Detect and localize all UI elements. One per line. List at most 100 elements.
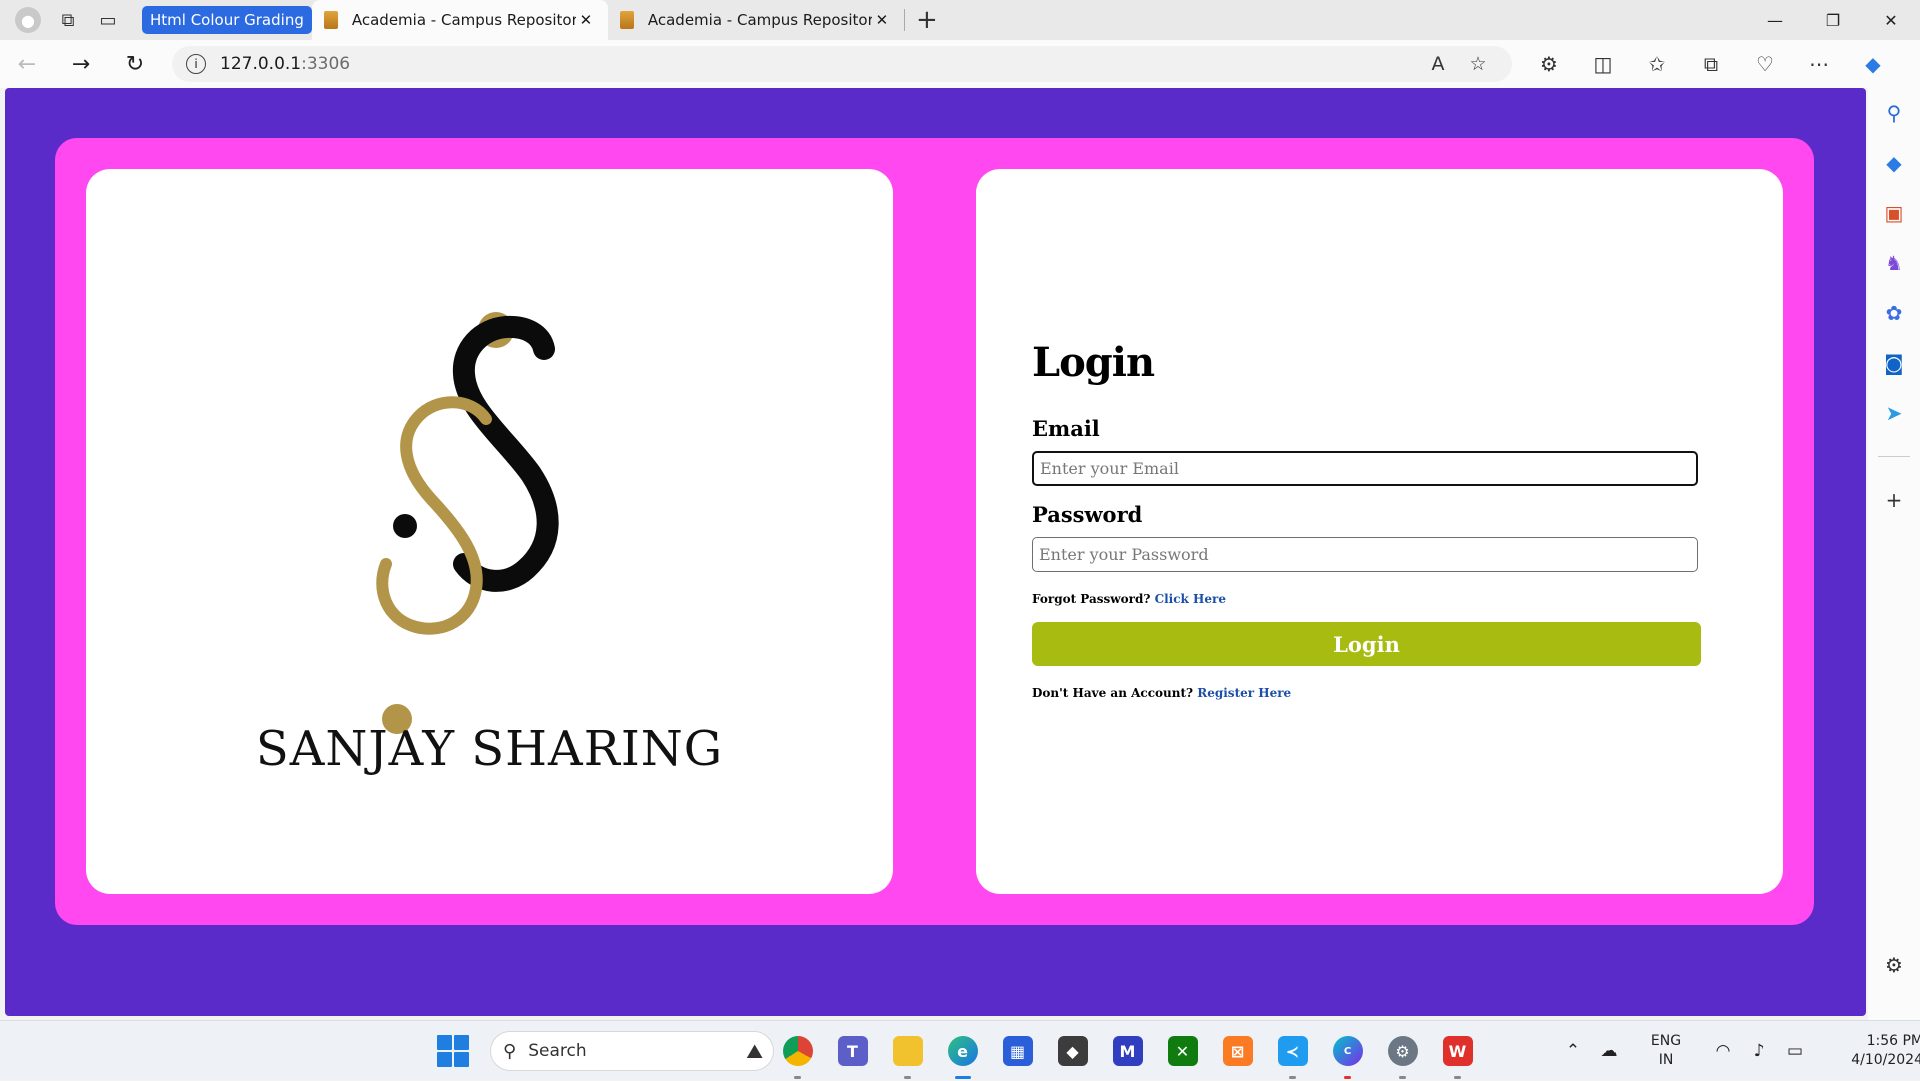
edge-icon: e (947, 1036, 978, 1066)
vscode-app[interactable]: ≺ (1265, 1029, 1320, 1079)
taskbar-search-label: Search (528, 1041, 587, 1061)
add-sidebar-item-icon[interactable]: + (1868, 475, 1920, 525)
search-highlight-icon: ⛰ (746, 1039, 763, 1063)
shopping-tag-icon[interactable]: ◆ (1868, 138, 1920, 188)
url-host: 127.0.0.1 (220, 54, 302, 74)
settings-app[interactable]: ⚙ (1375, 1029, 1430, 1079)
tab-actions-button[interactable]: ▭ (88, 0, 128, 40)
xampp-icon: ⊠ (1222, 1036, 1253, 1066)
address-toolbar: ← → ↻ i 127.0.0.1 :3306 A ☆ ⚙ ◫ ✩ ⧉ ♡ ⋯ … (0, 40, 1920, 88)
login-button[interactable]: Login (1032, 622, 1701, 666)
tab-academia-2[interactable]: Academia - Campus Repository ✕ (608, 0, 904, 40)
xampp-app[interactable]: ⊠ (1210, 1029, 1265, 1073)
back-arrow-icon: ← (17, 51, 37, 77)
language-indicator[interactable]: ENG IN (1641, 1032, 1691, 1070)
vscode-icon: ≺ (1277, 1036, 1308, 1066)
tab-title: Academia - Campus Repository (351, 11, 576, 29)
edge-sidebar: ⚲ ◆ ▣ ♞ ✿ ◙ ➤ + ⚙ (1868, 88, 1920, 1020)
browser-tools: ⚙ ◫ ✩ ⧉ ♡ ⋯ ◆ (1522, 40, 1900, 88)
forgot-password-link[interactable]: Click Here (1155, 592, 1226, 606)
back-button[interactable]: ← (0, 40, 54, 88)
file-explorer-app[interactable] (880, 1029, 935, 1079)
chrome-app[interactable] (770, 1029, 825, 1079)
taskbar-search[interactable]: ⚲ Search ⛰ (490, 1031, 774, 1071)
favorites-icon[interactable]: ✩ (1630, 40, 1684, 88)
battery-icon[interactable]: ▭ (1777, 1041, 1813, 1061)
store-icon: ▦ (1002, 1036, 1033, 1066)
close-window-button[interactable]: ✕ (1862, 0, 1920, 40)
browser-titlebar: ● ⧉ ▭ Html Colour Grading Academia - Cam… (0, 0, 1920, 40)
book-favicon-icon (619, 11, 634, 29)
outlook-icon[interactable]: ◙ (1868, 338, 1920, 388)
profile-button[interactable]: ● (8, 0, 48, 40)
search-icon: ⚲ (503, 1040, 517, 1062)
onedrive-icon[interactable]: ☁ (1591, 1041, 1627, 1061)
search-icon[interactable]: ⚲ (1868, 88, 1920, 138)
games-icon[interactable]: ♞ (1868, 238, 1920, 288)
canva-app[interactable]: C (1320, 1029, 1375, 1079)
extensions-icon[interactable]: ⚙ (1522, 40, 1576, 88)
tab-academia-1[interactable]: Academia - Campus Repository ✕ (311, 0, 608, 40)
forgot-password-text: Forgot Password? (1032, 592, 1151, 606)
book-favicon-icon (323, 11, 338, 29)
tab-close-icon[interactable]: ✕ (576, 10, 596, 30)
drop-send-icon[interactable]: ➤ (1868, 388, 1920, 438)
teams-app[interactable]: T (825, 1029, 880, 1073)
info-icon[interactable]: i (186, 54, 206, 74)
cube-icon: ◆ (1057, 1036, 1088, 1066)
split-screen-icon[interactable]: ◫ (1576, 40, 1630, 88)
windows-logo-icon (437, 1035, 452, 1050)
url-port: :3306 (301, 54, 351, 74)
new-tab-button[interactable]: + (905, 0, 949, 40)
tab-title: Academia - Campus Repository (647, 11, 872, 29)
tab-group-label[interactable]: Html Colour Grading (142, 6, 312, 34)
register-text: Don't Have an Account? (1032, 686, 1194, 700)
start-button[interactable] (437, 1035, 469, 1067)
reload-button[interactable]: ↻ (108, 40, 162, 88)
window-controls: — ❐ ✕ (1746, 0, 1920, 40)
password-field[interactable] (1032, 537, 1698, 572)
profile-icon: ● (15, 7, 41, 33)
tools-briefcase-icon[interactable]: ▣ (1868, 188, 1920, 238)
tab-close-icon[interactable]: ✕ (872, 10, 892, 30)
address-bar[interactable]: i 127.0.0.1 :3306 A ☆ (172, 46, 1512, 82)
sanjay-sharing-logo: SANJAY SHARING (86, 169, 893, 894)
copilot-icon[interactable]: ◆ (1846, 40, 1900, 88)
star-icon[interactable]: ☆ (1458, 53, 1498, 75)
system-tray: ⌃ ☁ ENG IN ◠ ♪ ▭ 1:56 PM 4/10/2024 🔔 (1555, 1021, 1920, 1081)
restore-button[interactable]: ❐ (1804, 0, 1862, 40)
register-row: Don't Have an Account? Register Here (1032, 686, 1712, 700)
xbox-app[interactable]: ✕ (1155, 1029, 1210, 1073)
taskbar-apps: T e ▦ ◆ M ✕ ⊠ ≺ C ⚙ W (770, 1029, 1485, 1079)
teams-icon: T (837, 1036, 868, 1066)
workspaces-button[interactable]: ⧉ (48, 0, 88, 40)
reload-icon: ↻ (125, 51, 145, 77)
page-viewport: SANJAY SHARING Login Email Password Forg… (5, 88, 1866, 1016)
logo-monogram-icon (376, 312, 559, 734)
collections-icon[interactable]: ⧉ (1684, 40, 1738, 88)
register-link[interactable]: Register Here (1197, 686, 1291, 700)
store-app[interactable]: ▦ (990, 1029, 1045, 1073)
show-hidden-icons-chevron-up-icon[interactable]: ⌃ (1555, 1041, 1591, 1061)
mysql-workbench-app[interactable]: M (1100, 1029, 1155, 1073)
wps-icon: W (1442, 1036, 1473, 1066)
forgot-password-row: Forgot Password? Click Here (1032, 592, 1712, 606)
edge-app[interactable]: e (935, 1029, 990, 1079)
volume-icon[interactable]: ♪ (1741, 1041, 1777, 1061)
forward-arrow-icon: → (71, 51, 91, 77)
email-field[interactable] (1032, 451, 1698, 486)
logo-card: SANJAY SHARING (86, 169, 893, 894)
unity-app[interactable]: ◆ (1045, 1029, 1100, 1073)
forward-button[interactable]: → (54, 40, 108, 88)
browser-essentials-icon[interactable]: ♡ (1738, 40, 1792, 88)
sidebar-settings-icon[interactable]: ⚙ (1868, 940, 1920, 990)
wps-office-app[interactable]: W (1430, 1029, 1485, 1079)
read-aloud-icon[interactable]: A (1418, 53, 1458, 75)
clock[interactable]: 1:56 PM 4/10/2024 (1833, 1032, 1920, 1070)
minimize-button[interactable]: — (1746, 0, 1804, 40)
more-menu-icon[interactable]: ⋯ (1792, 40, 1846, 88)
canva-icon: C (1332, 1036, 1363, 1066)
wifi-icon[interactable]: ◠ (1705, 1041, 1741, 1061)
windows-taskbar: ⚲ Search ⛰ T e ▦ ◆ M ✕ ⊠ ≺ C ⚙ W ⌃ ☁ ENG… (0, 1020, 1920, 1080)
microsoft-365-icon[interactable]: ✿ (1868, 288, 1920, 338)
